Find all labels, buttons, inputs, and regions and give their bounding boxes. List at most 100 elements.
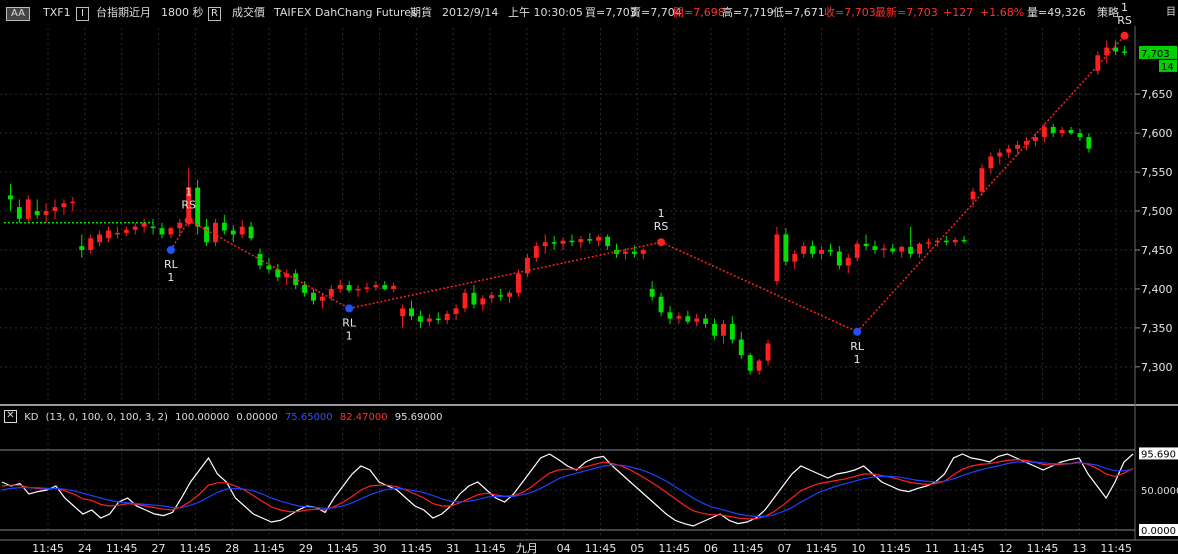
candle-body bbox=[70, 201, 76, 204]
kd-series-d bbox=[1, 461, 1134, 518]
candle-body bbox=[346, 285, 352, 291]
candle-body bbox=[801, 246, 807, 254]
candle-body bbox=[400, 308, 406, 317]
last-price-tag-text: 7,703 bbox=[1141, 49, 1170, 60]
candle-body bbox=[979, 168, 985, 192]
candle-body bbox=[1122, 51, 1127, 53]
y-tick-label: 7,400 bbox=[1141, 283, 1173, 296]
x-tick-label: 11:45 bbox=[732, 542, 764, 554]
close-icon[interactable]: ✕ bbox=[4, 410, 17, 423]
kd-tag-low: 0.0000 bbox=[1141, 526, 1176, 537]
candle-body bbox=[1077, 133, 1083, 138]
candle-body bbox=[150, 226, 156, 229]
candle-body bbox=[88, 238, 94, 250]
candle-body bbox=[319, 296, 325, 301]
candle-body bbox=[293, 273, 299, 286]
candle-body bbox=[123, 229, 129, 233]
candle-body bbox=[114, 232, 120, 235]
candle-body bbox=[1086, 137, 1092, 149]
candle-body bbox=[676, 316, 682, 319]
candle-body bbox=[1041, 126, 1047, 138]
kd-title: KD bbox=[24, 411, 39, 423]
candle-body bbox=[890, 248, 896, 252]
candle-body bbox=[694, 318, 700, 322]
candle-body bbox=[943, 240, 949, 243]
candle-body bbox=[212, 222, 218, 243]
candle-body bbox=[444, 313, 450, 321]
x-tick-label: 30 bbox=[373, 542, 387, 554]
candle-body bbox=[872, 246, 878, 250]
x-tick-label: 31 bbox=[446, 542, 460, 554]
short-signal-marker bbox=[1120, 31, 1129, 40]
candle-body bbox=[453, 308, 459, 314]
candle-body bbox=[596, 236, 602, 241]
x-tick-label: 13 bbox=[1072, 542, 1086, 554]
candle-body bbox=[997, 152, 1003, 157]
candle-body bbox=[765, 343, 771, 361]
candle-body bbox=[854, 243, 860, 258]
signal-count: 1 bbox=[185, 185, 192, 198]
candle-body bbox=[8, 195, 13, 200]
signal-count: 1 bbox=[167, 271, 174, 284]
kd-value-5: 95.69000 bbox=[394, 411, 443, 423]
x-tick-label: 11:45 bbox=[1027, 542, 1059, 554]
x-tick-label: 29 bbox=[299, 542, 313, 554]
candle-body bbox=[649, 288, 655, 297]
candle-body bbox=[1015, 144, 1021, 149]
x-tick-label: 九月 bbox=[516, 542, 538, 554]
price-chart[interactable]: RL11RSRL11RSRL11RS 7,6507,6007,5507,5007… bbox=[0, 0, 1178, 554]
kd-tag-high: 95.690 bbox=[1141, 449, 1176, 460]
candle-body bbox=[587, 239, 593, 241]
x-tick-label: 11:45 bbox=[179, 542, 211, 554]
candle-body bbox=[569, 240, 575, 243]
candle-body bbox=[631, 251, 637, 254]
candle-body bbox=[382, 285, 388, 289]
candle-body bbox=[1032, 137, 1038, 141]
kd-series-k bbox=[1, 458, 1134, 520]
candle-body bbox=[881, 248, 887, 250]
x-tick-label: 07 bbox=[778, 542, 792, 554]
candle-body bbox=[917, 243, 923, 254]
y-tick-label: 7,550 bbox=[1141, 166, 1173, 179]
candle-body bbox=[462, 292, 468, 309]
candle-body bbox=[34, 211, 40, 215]
x-tick-label: 11:45 bbox=[806, 542, 838, 554]
candle-body bbox=[409, 308, 414, 317]
candle-body bbox=[756, 360, 762, 371]
candle-body bbox=[391, 285, 397, 289]
x-tick-label: 11:45 bbox=[400, 542, 432, 554]
x-tick-label: 11:45 bbox=[32, 542, 64, 554]
signal-label: RS bbox=[1117, 14, 1132, 27]
candle-body bbox=[507, 292, 513, 297]
candle-body bbox=[542, 242, 548, 247]
candle-body bbox=[97, 234, 103, 243]
candle-body bbox=[899, 246, 905, 252]
signal-count: 1 bbox=[1121, 1, 1128, 14]
candle-body bbox=[738, 339, 744, 356]
candle-body bbox=[426, 318, 432, 322]
candle-body bbox=[302, 285, 308, 293]
last-count-tag-text: 14 bbox=[1161, 62, 1174, 73]
x-tick-label: 11:45 bbox=[253, 542, 285, 554]
kd-value-3: 75.65000 bbox=[284, 411, 333, 423]
x-tick-label: 11:45 bbox=[474, 542, 506, 554]
signal-label: RL bbox=[164, 258, 179, 271]
x-tick-label: 28 bbox=[225, 542, 239, 554]
kd-params: (13, 0, 100, 0, 100, 3, 2) bbox=[45, 411, 168, 423]
candle-body bbox=[721, 324, 726, 336]
candle-body bbox=[489, 295, 495, 299]
x-tick-label: 06 bbox=[704, 542, 718, 554]
x-tick-label: 05 bbox=[630, 542, 644, 554]
candle-body bbox=[819, 250, 824, 254]
candle-body bbox=[328, 288, 334, 297]
candle-body bbox=[516, 273, 521, 293]
candle-body bbox=[952, 239, 958, 243]
candle-body bbox=[435, 318, 441, 321]
candle-body bbox=[230, 230, 236, 235]
y-tick-label: 7,350 bbox=[1141, 322, 1173, 335]
zigzag-line bbox=[660, 241, 858, 333]
candle-body bbox=[239, 226, 245, 235]
candle-body bbox=[1006, 148, 1012, 153]
candle-body bbox=[61, 203, 67, 208]
candle-body bbox=[712, 324, 718, 336]
